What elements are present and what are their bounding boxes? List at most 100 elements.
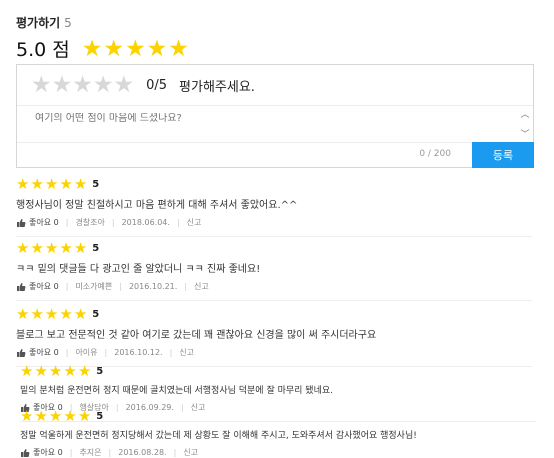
review-author: 미소가예쁜 (75, 282, 113, 291)
star-icon: ★ (34, 407, 48, 425)
review-date: 2016.08.28. (118, 448, 167, 457)
divider: | (65, 348, 69, 357)
rating-section-title: 평가하기 5 (16, 14, 72, 31)
review-item: ★ ★ ★ ★ ★ 5 정말 억울하게 운전면허 정지당해서 갔는데 제 상황도 잘 이… (20, 408, 536, 458)
thumbs-up-icon (17, 218, 26, 227)
star-icon: ★ (59, 239, 73, 257)
review-item: ★ ★ ★ ★ ★ 5 블로그 보고 전문적인 것 같아 여기로 갔는데 꽤 괜찮아요 … (16, 306, 532, 367)
textarea-scrollbar[interactable]: ︿ ﹀ (519, 107, 531, 145)
review-rating: ★ ★ ★ ★ ★ 5 (20, 363, 536, 379)
report-link[interactable]: 신고 (183, 447, 198, 458)
star-icon: ★ (73, 175, 88, 193)
divider: | (169, 348, 173, 357)
thumbs-up-icon (17, 282, 26, 291)
review-rating: ★ ★ ★ ★ ★ 5 (20, 408, 536, 424)
star-icon: ★ (30, 175, 44, 193)
divider: | (184, 282, 188, 291)
star-icon: ★ (73, 305, 88, 323)
star-icon: ★ (30, 305, 44, 323)
like-count: 0 (53, 348, 59, 357)
average-rating: 5.0 점 ★ ★ ★ ★ ★ (16, 35, 190, 62)
report-link[interactable]: 신고 (187, 217, 202, 228)
star-icon: ★ (63, 407, 77, 425)
review-author: 경찰조아 (75, 218, 105, 227)
review-author: 추지은 (79, 448, 102, 457)
like-button[interactable]: 좋아요 0 (16, 347, 59, 358)
submit-button[interactable]: 등록 (472, 142, 534, 168)
star-icon: ★ (16, 305, 30, 323)
star-icon: ★ (77, 362, 92, 380)
like-count: 0 (53, 218, 59, 227)
divider: | (111, 218, 115, 227)
like-button[interactable]: 좋아요 0 (16, 281, 59, 292)
like-label: 좋아요 (29, 348, 52, 357)
star-icon: ★ (48, 407, 63, 425)
divider: | (119, 282, 122, 291)
like-label: 좋아요 (29, 218, 52, 227)
review-score: 5 (92, 308, 100, 320)
review-rating: ★ ★ ★ ★ ★ 5 (16, 176, 532, 192)
report-link[interactable]: 신고 (179, 347, 194, 358)
star-icon: ★ (125, 35, 146, 62)
divider: | (65, 282, 69, 291)
review-text: ㅋㅋ 밑의 댓글들 다 광고인 줄 알았더니 ㅋㅋ 진짜 좋네요! (16, 264, 261, 275)
review-author: 아이유 (75, 348, 98, 357)
scroll-up-icon[interactable]: ︿ (519, 109, 531, 121)
divider: | (104, 348, 108, 357)
like-button[interactable]: 좋아요 0 (20, 447, 63, 458)
char-counter: 0 / 200 (419, 149, 451, 159)
review-score: 5 (92, 178, 100, 190)
star-icon: ★ (63, 362, 77, 380)
review-divider (16, 300, 532, 301)
star-icon: ★ (168, 35, 189, 62)
star-icon: ★ (16, 175, 30, 193)
rate-star-4-icon[interactable]: ★ (93, 73, 114, 97)
rate-star-1-icon[interactable]: ★ (31, 73, 52, 97)
divider: | (176, 218, 180, 227)
like-button[interactable]: 좋아요 0 (16, 217, 59, 228)
form-footer: 0 / 200 등록 (17, 142, 534, 168)
rating-picker: ★ ★ ★ ★ ★ 0/5 평가해주세요. (17, 65, 533, 106)
review-input[interactable] (35, 113, 505, 124)
review-score: 5 (96, 365, 104, 377)
review-date: 2016.10.12. (114, 348, 163, 357)
rating-section-label: 평가하기 (16, 16, 61, 30)
scroll-down-icon[interactable]: ﹀ (519, 129, 531, 141)
rate-star-3-icon[interactable]: ★ (72, 73, 93, 97)
review-score: 5 (92, 242, 100, 254)
review-score: 5 (96, 410, 104, 422)
review-text: 밑의 분처럼 운전면허 정지 때문에 골치였는데 서행정사님 덕분에 잘 마무리… (20, 386, 333, 396)
thumbs-up-icon (21, 448, 30, 457)
star-icon: ★ (103, 35, 124, 62)
divider: | (108, 448, 112, 457)
star-icon: ★ (16, 239, 30, 257)
divider: | (65, 218, 69, 227)
review-meta: 좋아요 0 | 추지은 | 2016.08.28. | 신고 (20, 447, 536, 458)
star-icon: ★ (59, 175, 73, 193)
review-text: 정말 억울하게 운전면허 정지당해서 갔는데 제 상황도 잘 이해해 주시고, … (20, 431, 417, 441)
star-icon: ★ (77, 407, 92, 425)
report-link[interactable]: 신고 (194, 281, 209, 292)
review-item: ★ ★ ★ ★ ★ 5 행정사님이 정말 친절하시고 마음 편하게 대해 주셔서 좋았어… (16, 176, 532, 237)
rating-score: 0/5 (146, 77, 168, 93)
review-date: 2018.06.04. (121, 218, 170, 227)
star-icon: ★ (81, 35, 103, 62)
star-icon: ★ (146, 35, 168, 62)
review-text: 행정사님이 정말 친절하시고 마음 편하게 대해 주셔서 좋았어요.^^ (16, 200, 298, 211)
average-stars: ★ ★ ★ ★ ★ (82, 37, 190, 61)
review-meta: 좋아요 0 | 경찰조아 | 2018.06.04. | 신고 (16, 217, 532, 228)
review-count: 5 (64, 16, 72, 30)
rate-star-5-icon[interactable]: ★ (114, 73, 135, 97)
review-item: ★ ★ ★ ★ ★ 5 ㅋㅋ 밑의 댓글들 다 광고인 줄 알았더니 ㅋㅋ 진짜 좋네요… (16, 240, 532, 301)
review-meta: 좋아요 0 | 미소가예쁜 | 2016.10.21. | 신고 (16, 281, 532, 292)
star-icon: ★ (59, 305, 73, 323)
like-label: 좋아요 (33, 448, 56, 457)
rate-star-2-icon[interactable]: ★ (52, 73, 73, 97)
divider: | (69, 448, 73, 457)
divider: | (173, 448, 177, 457)
review-form: ★ ★ ★ ★ ★ 0/5 평가해주세요. ︿ ﹀ 0 / 200 등록 (16, 64, 534, 168)
like-label: 좋아요 (29, 282, 52, 291)
star-icon: ★ (48, 362, 63, 380)
like-count: 0 (57, 448, 63, 457)
star-icon: ★ (30, 239, 44, 257)
